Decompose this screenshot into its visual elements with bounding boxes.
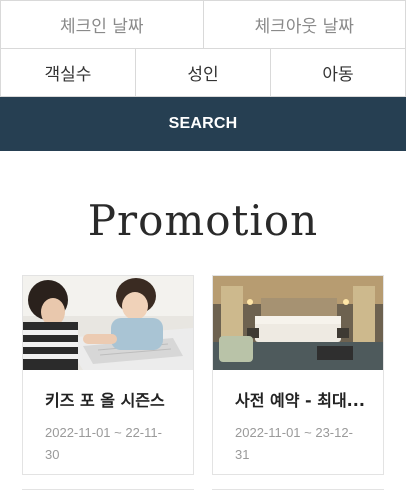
checkin-date-field[interactable]: 체크인 날짜 [0, 1, 204, 48]
date-row: 체크인 날짜 체크아웃 날짜 [0, 0, 406, 49]
promotion-card-date: 2022-11-01 ~ 23-12-31 [235, 425, 353, 462]
promotion-card-title: 사전 예약 - 최대... [235, 391, 365, 410]
promotion-card[interactable]: 사전 예약 - 최대... 2022-11-01 ~ 23-12-31 [212, 275, 384, 475]
children-select[interactable]: 아동 [271, 48, 406, 96]
promotion-card-date: 2022-11-01 ~ 22-11-30 [45, 425, 162, 462]
checkout-date-field[interactable]: 체크아웃 날짜 [204, 1, 406, 48]
promotion-card[interactable]: 키즈 포 올 시즌스 2022-11-01 ~ 22-11-30 [22, 275, 194, 475]
promotion-card-title: 키즈 포 올 시즌스 [45, 391, 165, 410]
guest-row: 객실수 성인 아동 [0, 48, 406, 97]
next-card-edge [22, 489, 194, 493]
promotion-title: Promotion [87, 196, 319, 245]
promotion-image-kids [23, 276, 193, 370]
promotion-image-room [213, 276, 383, 370]
adults-select[interactable]: 성인 [136, 48, 271, 96]
rooms-select[interactable]: 객실수 [0, 48, 136, 96]
next-card-edge [212, 489, 384, 493]
search-button[interactable]: SEARCH [0, 97, 406, 151]
